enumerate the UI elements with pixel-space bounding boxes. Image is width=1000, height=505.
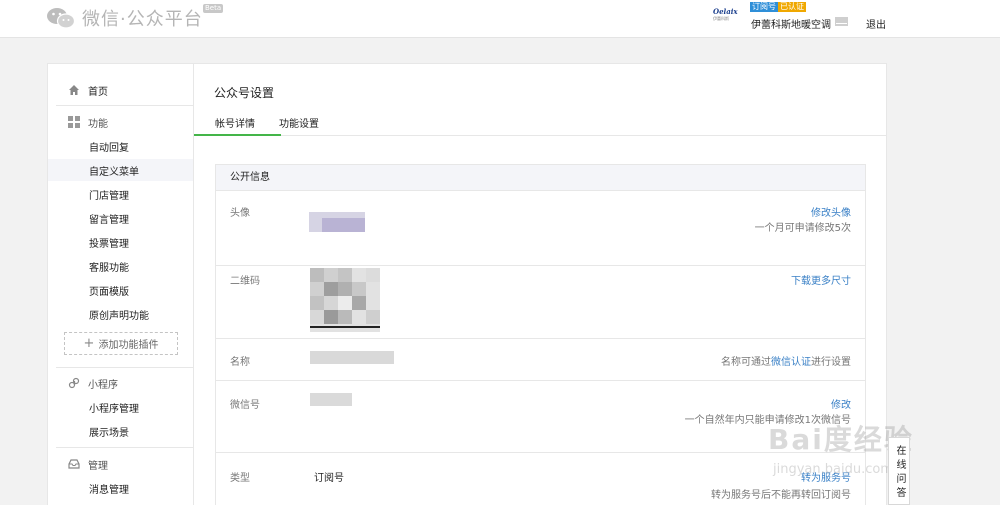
sidebar-item-label: 展示场景 (89, 427, 129, 439)
sidebar-item-label: 客服功能 (89, 262, 129, 274)
wechat-icon (47, 8, 76, 29)
online-help-button[interactable]: 在线问答 (888, 437, 910, 505)
tab-bar: 帐号详情 功能设置 (194, 107, 886, 136)
type-row: 类型 订阅号 转为服务号 转为服务号后不能再转回订阅号 (216, 453, 865, 505)
sidebar-item-home[interactable]: 首页 (48, 79, 194, 101)
name-row: 名称 名称可通过微信认证进行设置 (216, 339, 865, 381)
subscription-badge: 订阅号 (750, 2, 778, 12)
sidebar-item-original-declaration[interactable]: 原创声明功能 (48, 303, 194, 325)
sidebar-section-functions: 功能 (48, 111, 194, 133)
wechat-id-value (310, 393, 352, 406)
sidebar-item-label: 消息管理 (89, 484, 129, 496)
section-title: 公开信息 (216, 165, 865, 191)
sidebar-item-page-template[interactable]: 页面模版 (48, 279, 194, 301)
sidebar-section-miniprogram: 小程序 (48, 372, 194, 394)
name-note-text: 进行设置 (811, 357, 851, 368)
divider (56, 367, 194, 368)
avatar-note: 一个月可申请修改5次 (754, 223, 851, 234)
avatar-row: 头像 修改头像 一个月可申请修改5次 (216, 192, 865, 266)
miniprogram-icon (68, 377, 80, 389)
sidebar-item-label: 自定义菜单 (89, 166, 139, 178)
type-note: 转为服务号后不能再转回订阅号 (711, 490, 851, 501)
sidebar-item-custom-menu[interactable]: 自定义菜单 (48, 159, 194, 181)
sidebar-item-message-management[interactable]: 消息管理 (48, 477, 194, 499)
add-plugin-label: 添加功能插件 (98, 340, 159, 351)
download-sizes-link[interactable]: 下载更多尺寸 (791, 272, 851, 287)
qrcode-image (310, 268, 380, 332)
change-avatar-link[interactable]: 修改头像 (811, 204, 851, 219)
verification-badge: 已认证 (778, 2, 806, 12)
account-name[interactable]: 伊蕾科斯地暖空调 (751, 16, 831, 31)
mail-icon[interactable] (835, 17, 848, 26)
sidebar-item-miniprogram-management[interactable]: 小程序管理 (48, 396, 194, 418)
wechat-logo[interactable]: 微信·公众平台 (46, 5, 203, 31)
avatar-label: 头像 (230, 208, 250, 219)
sidebar-item-label: 首页 (88, 86, 108, 98)
sidebar-item-label: 自动回复 (89, 142, 129, 154)
home-icon (68, 84, 80, 96)
sidebar-item-customer-service[interactable]: 客服功能 (48, 255, 194, 277)
name-note-text: 名称可通过 (721, 357, 771, 368)
wechat-id-label: 微信号 (230, 400, 260, 411)
type-label: 类型 (230, 473, 250, 484)
sidebar-item-label: 原创声明功能 (89, 310, 149, 322)
sidebar-item-label: 投票管理 (89, 238, 129, 250)
tab-account-details[interactable]: 帐号详情 (215, 115, 255, 136)
sidebar-item-vote-management[interactable]: 投票管理 (48, 231, 194, 253)
avatar-image-inner (322, 218, 365, 232)
qrcode-row: 二维码 下载更多尺寸 (216, 266, 865, 339)
divider (56, 105, 194, 106)
type-value: 订阅号 (314, 473, 344, 484)
page-title: 公众号设置 (214, 86, 275, 100)
sidebar-section-label: 功能 (88, 118, 108, 130)
name-note: 名称可通过微信认证进行设置 (721, 353, 851, 368)
grid-icon (68, 116, 80, 128)
sidebar-section-label: 小程序 (88, 379, 118, 391)
account-logo-text: Oelaix (713, 7, 738, 16)
account-logo: Oelaix 伊蕾科斯 (713, 7, 741, 21)
add-plugin-button[interactable]: + 添加功能插件 (64, 332, 178, 355)
sidebar-item-label: 页面模版 (89, 286, 129, 298)
qrcode-label: 二维码 (230, 276, 260, 287)
sidebar-item-auto-reply[interactable]: 自动回复 (48, 135, 194, 157)
active-tab-indicator (194, 134, 281, 136)
sidebar-item-label: 小程序管理 (89, 403, 139, 415)
plus-icon: + (83, 336, 95, 351)
change-wechat-id-link[interactable]: 修改 (831, 396, 851, 411)
wechat-verify-link[interactable]: 微信认证 (771, 357, 811, 368)
inbox-icon (68, 458, 80, 470)
logout-link[interactable]: 退出 (866, 16, 886, 31)
name-label: 名称 (230, 357, 250, 368)
sidebar-item-store-management[interactable]: 门店管理 (48, 183, 194, 205)
tab-function-settings[interactable]: 功能设置 (279, 115, 319, 136)
sidebar-section-manage: 管理 (48, 453, 194, 475)
sidebar: 首页 功能 自动回复 自定义菜单 门店管理 留言管理 投票管理 客服功能 页面模… (47, 63, 194, 505)
divider (56, 447, 194, 448)
sidebar-item-comment-management[interactable]: 留言管理 (48, 207, 194, 229)
watermark-url: jingyan.baidu.com (773, 462, 893, 477)
account-logo-subtext: 伊蕾科斯 (713, 16, 729, 21)
sidebar-item-display-scene[interactable]: 展示场景 (48, 420, 194, 442)
brand-title: 微信·公众平台 (82, 9, 203, 30)
beta-badge: Beta (203, 4, 224, 13)
sidebar-item-label: 门店管理 (89, 190, 129, 202)
sidebar-section-label: 管理 (88, 460, 108, 472)
sidebar-item-label: 留言管理 (89, 214, 129, 226)
top-header: 微信·公众平台 Beta Oelaix 伊蕾科斯 订阅号 已认证 伊蕾科斯地暖空… (0, 0, 1000, 38)
name-value (310, 351, 394, 364)
